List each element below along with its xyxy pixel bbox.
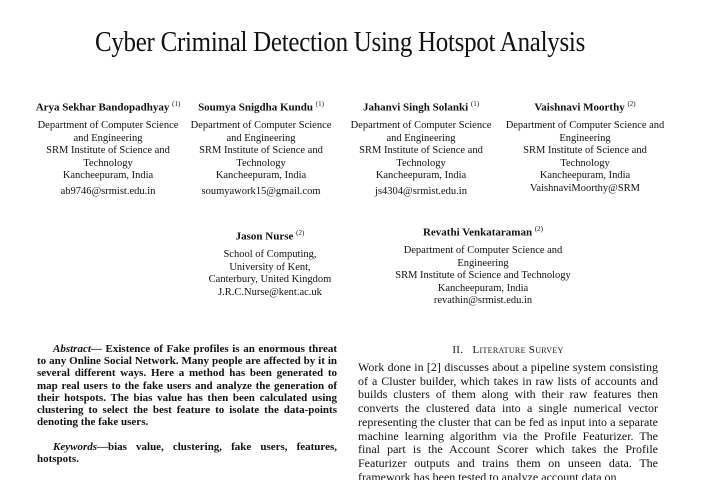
affiliation-line: Kancheepuram, India <box>539 170 631 182</box>
affiliation-line: Technology <box>396 157 446 169</box>
affiliation-line: SRM Institute of Science and <box>359 145 483 157</box>
affiliation-line: Technology <box>560 157 610 169</box>
affiliation-line: SRM Institute of Science and <box>46 145 170 157</box>
affiliation-line: and Engineering <box>386 132 456 144</box>
affiliation-line: SRM Institute of Science and Technology <box>395 270 571 282</box>
affiliation-line: Kancheepuram, India <box>437 282 529 294</box>
author-block-1: Arya Sekhar Bandopadhyay (1) Department … <box>33 98 183 198</box>
author-email: ab9746@srmist.edu.in <box>60 185 156 197</box>
author-name: Soumya Snigdha Kundu (1) <box>198 100 324 114</box>
author-email: js4304@srmist.edu.in <box>375 185 467 197</box>
author-block-6: Revathi Venkataraman (2) Department of C… <box>383 223 583 308</box>
author-name: Vaishnavi Moorthy (2) <box>534 100 636 114</box>
affiliation-line: Department of Computer Science and Engin… <box>403 245 563 269</box>
affiliation-line: Department of Computer Science <box>37 120 179 132</box>
paper-title: Cyber Criminal Detection Using Hotspot A… <box>94 26 586 58</box>
affiliation-line: Department of Computer Science <box>350 120 492 132</box>
author-name: Jason Nurse (2) <box>235 229 305 243</box>
author-email: J.R.C.Nurse@kent.ac.uk <box>218 286 322 298</box>
section-numeral: II. <box>452 344 464 356</box>
author-email: soumyawork15@gmail.com <box>201 185 321 197</box>
affiliation-line: Engineering <box>559 132 611 144</box>
body-paragraph: Work done in [2] discusses about a pipel… <box>358 361 658 480</box>
author-name: Arya Sekhar Bandopadhyay (1) <box>35 100 181 114</box>
section-title: Literature Survey <box>472 344 564 356</box>
abstract: Abstract— Existence of Fake profiles is … <box>37 343 337 429</box>
affiliation-line: Kancheepuram, India <box>62 170 154 182</box>
affiliation-line: Kancheepuram, India <box>215 170 307 182</box>
affiliation-line: Technology <box>236 157 286 169</box>
author-name: Jahanvi Singh Solanki (1) <box>362 100 480 114</box>
keywords: Keywords—bias value, clustering, fake us… <box>37 441 337 465</box>
affiliation-line: SRM Institute of Science and <box>199 145 323 157</box>
abstract-label: Abstract <box>53 343 91 355</box>
affiliation-line: Canterbury, United Kingdom <box>208 274 332 286</box>
author-block-2: Soumya Snigdha Kundu (1) Department of C… <box>186 98 336 198</box>
abstract-text: Existence of Fake profiles is an enormou… <box>37 343 337 429</box>
affiliation-line: Kancheepuram, India <box>375 170 467 182</box>
affiliation-line: SRM Institute of Science and <box>523 145 647 157</box>
affiliation-line: University of Kent, <box>229 261 311 273</box>
keywords-label: Keywords <box>53 441 97 453</box>
author-email: VaishnaviMoorthy@SRM <box>529 182 640 194</box>
affiliation-line: Technology <box>83 157 133 169</box>
author-name: Revathi Venkataraman (2) <box>422 225 543 239</box>
author-block-4: Vaishnavi Moorthy (2) Department of Comp… <box>500 98 670 195</box>
affiliation-line: and Engineering <box>226 132 296 144</box>
author-email: revathin@srmist.edu.in <box>433 295 533 307</box>
author-block-3: Jahanvi Singh Solanki (1) Department of … <box>346 98 496 198</box>
affiliation-line: and Engineering <box>73 132 143 144</box>
affiliation-line: Department of Computer Science <box>190 120 332 132</box>
section-heading: II. Literature Survey <box>358 344 658 356</box>
affiliation-line: School of Computing, <box>223 249 317 261</box>
author-block-5: Jason Nurse (2) School of Computing, Uni… <box>195 227 345 299</box>
affiliation-line: Department of Computer Science and <box>505 120 665 132</box>
